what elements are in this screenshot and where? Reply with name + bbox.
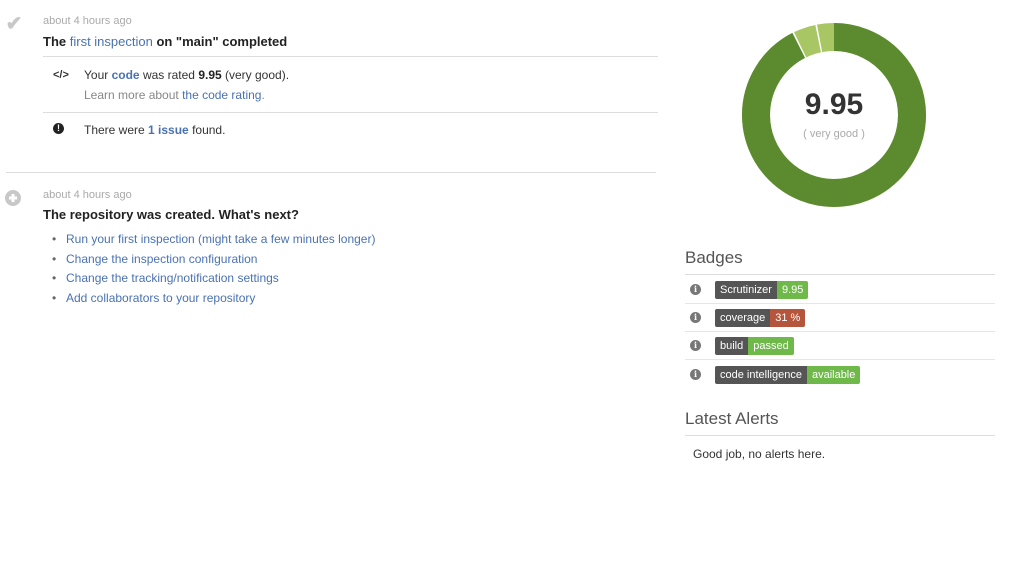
rating-row: </> Your code was rated 9.95 (very good)… [43,56,658,112]
code-intelligence-badge[interactable]: code intelligence available [715,366,861,384]
alerts-message: Good job, no alerts here. [693,447,826,461]
next-step-link[interactable]: Run your first inspection (might take a … [66,232,375,246]
next-step-link[interactable]: Change the inspection configuration [66,252,257,266]
info-icon[interactable]: i [690,284,701,295]
badge-row: i build passed [685,332,995,360]
issues-row: ! There were 1 issue found. [43,112,658,146]
next-step-link[interactable]: Add collaborators to your repository [66,291,255,305]
scrutinizer-badge[interactable]: Scrutinizer 9.95 [715,281,809,299]
rating-score: 9.95 [198,68,222,82]
score-label: ( very good ) [803,128,865,140]
event-time: about 4 hours ago [43,189,132,201]
code-rating-link[interactable]: the code rating [182,88,261,102]
issues-link[interactable]: 1 issue [148,123,189,137]
list-item: • Change the tracking/notification settin… [52,271,279,285]
score-value: 9.95 [804,88,864,121]
exclamation-icon: ! [53,123,64,134]
info-icon[interactable]: i [690,340,701,351]
list-item: • Add collaborators to your repository [52,290,256,305]
list-item: • Run your first inspection (might take a… [52,232,376,246]
event-title: The first inspection on "main" completed [43,34,288,49]
checkmark-icon: ✔ [5,13,23,35]
plus-circle-icon [4,188,24,208]
next-step-link[interactable]: Change the tracking/notification setting… [66,271,279,285]
event-title: The repository was created. What's next? [43,207,299,222]
badge-row: i Scrutinizer 9.95 [685,276,995,304]
event-time: about 4 hours ago [43,15,132,27]
list-item: • Change the inspection configuration [52,251,258,266]
coverage-badge[interactable]: coverage 31 % [715,309,806,327]
info-icon[interactable]: i [690,312,701,323]
badge-row: i coverage 31 % [685,304,995,332]
build-badge[interactable]: build passed [715,337,794,355]
info-icon[interactable]: i [690,369,701,380]
next-steps-list: • Run your first inspection (might take a… [52,230,375,308]
first-inspection-link[interactable]: first inspection [70,34,153,49]
alerts-heading: Latest Alerts [685,409,995,436]
event-divider [6,172,656,173]
code-link[interactable]: code [112,68,140,82]
badge-row: i code intelligence available [685,361,995,389]
code-icon: </> [53,69,69,81]
badges-heading: Badges [685,248,995,275]
